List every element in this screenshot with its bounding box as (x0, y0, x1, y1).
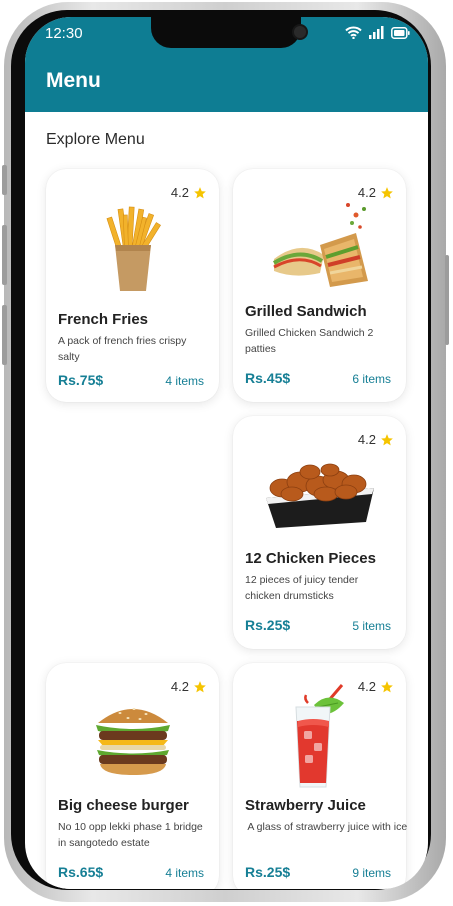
app-screen: 12:30 Menu Explore Menu 4.2 French Fries… (25, 17, 428, 889)
fried-chicken-icon (265, 463, 374, 528)
item-name: Strawberry Juice (245, 797, 366, 814)
phone-side-button (2, 165, 7, 195)
status-time: 12:30 (45, 25, 83, 42)
item-image (233, 677, 406, 791)
item-description: Grilled Chicken Sandwich 2 patties (245, 327, 374, 355)
item-price: Rs.25$ (245, 617, 291, 633)
item-image (233, 187, 406, 297)
rating: 4.2 (171, 679, 207, 694)
star-icon (381, 433, 393, 445)
item-count: 5 items (352, 619, 391, 633)
item-name: French Fries (58, 311, 149, 328)
page-title: Menu (46, 69, 101, 92)
menu-card-chicken-pieces[interactable]: 4.2 12 Chicken Pieces 12 pieces of juicy… (233, 416, 406, 649)
item-description: No 10 opp lekki phase 1 bridge in sangot… (58, 821, 203, 849)
item-description: A glass of strawberry juice with ice (245, 821, 408, 833)
phone-power-button (445, 255, 449, 345)
rating: 4.2 (171, 185, 207, 200)
menu-card-strawberry-juice[interactable]: 4.2 Strawberry Juice A glass of strawber… (233, 663, 408, 889)
rating-value: 4.2 (357, 432, 376, 447)
sandwich-icon (272, 203, 368, 287)
wifi-icon (345, 26, 362, 39)
item-name: Grilled Sandwich (245, 303, 367, 320)
rating-value: 4.2 (170, 679, 189, 694)
item-count: 4 items (165, 866, 204, 880)
rating-value: 4.2 (170, 185, 189, 200)
juice-glass-icon (294, 684, 344, 788)
rating: 4.2 (358, 432, 394, 447)
phone-volume-down-button (2, 305, 7, 365)
item-count: 6 items (352, 372, 391, 386)
item-image (233, 458, 406, 530)
burger-icon (95, 708, 170, 775)
front-camera-icon (292, 24, 308, 40)
item-price: Rs.25$ (245, 864, 291, 880)
item-count: 9 items (352, 866, 391, 880)
app-header: 12:30 Menu (25, 17, 428, 112)
item-price: Rs.65$ (58, 864, 104, 880)
item-name: Big cheese burger (58, 797, 189, 814)
section-title: Explore Menu (46, 131, 145, 148)
status-icons (345, 26, 410, 39)
phone-volume-up-button (2, 225, 7, 285)
item-count: 4 items (165, 374, 204, 388)
cellular-signal-icon (369, 26, 384, 39)
item-name: 12 Chicken Pieces (245, 550, 376, 567)
battery-icon (391, 26, 410, 39)
star-icon (194, 680, 206, 692)
star-icon (194, 186, 206, 198)
item-price: Rs.75$ (58, 372, 104, 388)
menu-card-cheese-burger[interactable]: 4.2 Big cheese burger No 10 opp lekki ph… (46, 663, 219, 889)
item-price: Rs.45$ (245, 370, 291, 386)
menu-card-grilled-sandwich[interactable]: 4.2 Grilled Sandwich Grilled Chicken San… (233, 169, 406, 402)
menu-card-french-fries[interactable]: 4.2 French Fries A pack of french fries … (46, 169, 219, 402)
item-description: A pack of french fries crispy salty (58, 335, 187, 363)
phone-notch (151, 17, 308, 48)
item-description: 12 pieces of juicy tender chicken drumst… (245, 574, 359, 602)
item-image (46, 203, 219, 293)
item-image (46, 701, 219, 777)
french-fries-icon (106, 206, 161, 291)
